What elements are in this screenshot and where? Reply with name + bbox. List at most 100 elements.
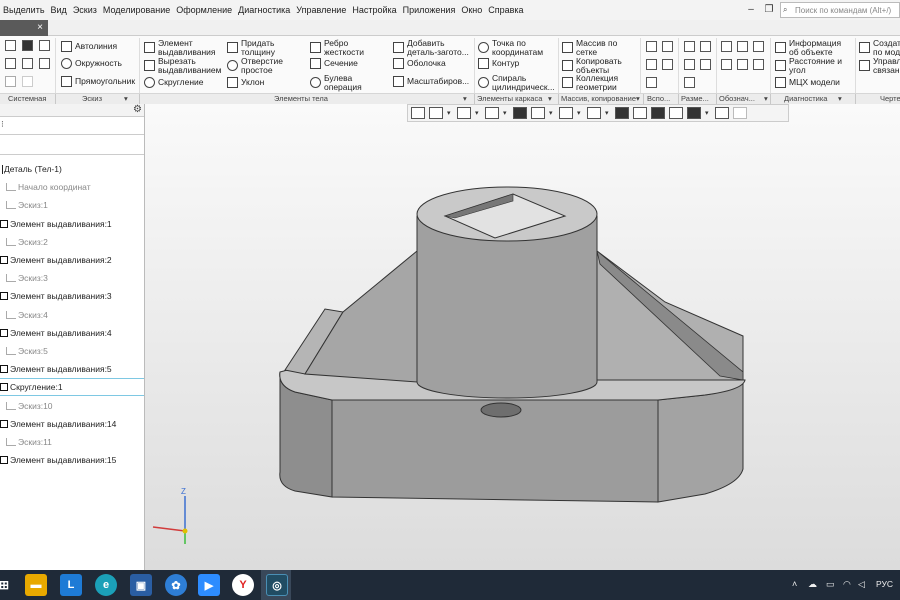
dimension-radial-icon[interactable]: [700, 41, 711, 52]
rib-button[interactable]: Ребро жесткости: [310, 39, 370, 56]
language-indicator[interactable]: РУС: [876, 579, 893, 589]
dimension-angle-icon[interactable]: [684, 59, 695, 70]
autoline-button[interactable]: Автолиния: [61, 41, 117, 52]
rectangle-button[interactable]: Прямоугольник: [61, 76, 135, 87]
group-sketch-expand-icon[interactable]: ▾: [124, 94, 128, 104]
dimension-auto-icon[interactable]: [684, 77, 695, 88]
menu-view[interactable]: Вид: [48, 5, 70, 15]
network-icon[interactable]: ◠: [843, 579, 851, 590]
group-aux[interactable]: Вспо...: [647, 94, 670, 104]
kompas-app-icon[interactable]: ◎: [266, 574, 288, 596]
save-icon[interactable]: [39, 40, 50, 51]
tree-item[interactable]: Эскиз:3: [0, 269, 144, 287]
menu-select[interactable]: Выделить: [0, 5, 48, 15]
tree-item[interactable]: Элемент выдавливания:4: [0, 324, 144, 342]
create-by-model-button[interactable]: Создат по мод: [859, 39, 900, 56]
mass-properties-button[interactable]: МЦХ модели: [775, 77, 840, 88]
tray-chevron-icon[interactable]: ˄: [792, 579, 797, 589]
tree-item[interactable]: Эскиз:1: [0, 196, 144, 214]
part-model[interactable]: Z: [145, 104, 900, 570]
spiral-button[interactable]: Спираль цилиндрическ...: [478, 74, 558, 91]
add-thickness-button[interactable]: Придать толщину: [227, 39, 293, 56]
filter-icon[interactable]: ⁝: [1, 119, 4, 130]
launcher-l-icon[interactable]: L: [60, 574, 82, 596]
scale-button[interactable]: Масштабиров...: [393, 76, 469, 87]
tree-item[interactable]: Начало координат: [0, 178, 144, 196]
aux-line-icon[interactable]: [646, 77, 657, 88]
shell-button[interactable]: Оболочка: [393, 58, 446, 69]
save-as-icon[interactable]: [22, 58, 33, 69]
designation-pencil-icon[interactable]: [721, 41, 732, 52]
designation-leader-icon[interactable]: [737, 41, 748, 52]
menu-design[interactable]: Оформление: [173, 5, 235, 15]
undo-icon[interactable]: [5, 76, 16, 87]
group-frame-elements[interactable]: Элементы каркаса: [477, 94, 542, 104]
edge-browser-icon[interactable]: e: [95, 574, 117, 596]
group-sketch[interactable]: Эскиз: [82, 94, 102, 104]
tree-root[interactable]: Деталь (Тел-1): [0, 160, 144, 178]
tree-item[interactable]: Элемент выдавливания:3: [0, 287, 144, 305]
menu-diagnostics[interactable]: Диагностика: [235, 5, 293, 15]
export-icon[interactable]: [39, 58, 50, 69]
circle-button[interactable]: Окружность: [61, 58, 122, 69]
yandex-browser-icon[interactable]: Y: [232, 574, 254, 596]
draft-button[interactable]: Уклон: [227, 77, 264, 88]
cloud-icon[interactable]: ☁: [808, 579, 817, 590]
group-dimensions[interactable]: Разме...: [681, 94, 709, 104]
battery-icon[interactable]: ▭: [826, 579, 835, 590]
zoom-app-icon[interactable]: ▶: [198, 574, 220, 596]
cut-extrude-button[interactable]: Вырезать выдавливанием: [144, 57, 226, 74]
app-circle-icon[interactable]: ✿: [165, 574, 187, 596]
menu-manage[interactable]: Управление: [293, 5, 349, 15]
file-explorer-icon[interactable]: ▬: [25, 574, 47, 596]
tree-item[interactable]: Элемент выдавливания:15: [0, 451, 144, 469]
designation-base-icon[interactable]: [753, 41, 764, 52]
print-icon[interactable]: [5, 58, 16, 69]
boolean-button[interactable]: Булева операция: [310, 74, 370, 91]
menu-settings[interactable]: Настройка: [349, 5, 399, 15]
designation-mark-icon[interactable]: [753, 59, 764, 70]
gear-icon[interactable]: ⚙: [133, 104, 142, 115]
tree-item[interactable]: Эскиз:10: [0, 396, 144, 414]
tree-filter-row[interactable]: ⁝: [0, 117, 144, 135]
object-info-button[interactable]: Информация об объекте: [775, 39, 847, 56]
tree-item[interactable]: Скругление:1: [0, 378, 144, 397]
tree-item[interactable]: Элемент выдавливания:14: [0, 415, 144, 433]
dimension-linear-icon[interactable]: [684, 41, 695, 52]
contour-button[interactable]: Контур: [478, 58, 519, 69]
grid-array-button[interactable]: Массив по сетке: [562, 39, 624, 56]
menu-sketch[interactable]: Эскиз: [70, 5, 100, 15]
fillet-button[interactable]: Скругление: [144, 77, 204, 88]
aux-axis-icon[interactable]: [646, 41, 657, 52]
new-file-icon[interactable]: [5, 40, 16, 51]
extrude-button[interactable]: Элемент выдавливания: [144, 39, 222, 56]
restore-icon[interactable]: ❐: [762, 3, 776, 16]
tree-item[interactable]: Эскиз:11: [0, 433, 144, 451]
open-file-icon[interactable]: [22, 40, 33, 51]
section-button[interactable]: Сечение: [310, 58, 358, 69]
minimize-icon[interactable]: –: [744, 3, 758, 16]
add-part-button[interactable]: Добавить деталь-загото...: [393, 39, 473, 56]
windows-start-icon[interactable]: ⊞: [0, 574, 9, 596]
copy-objects-button[interactable]: Копировать объекты: [562, 57, 626, 74]
group-diagnostics-expand-icon[interactable]: ▾: [838, 94, 842, 104]
menu-help[interactable]: Справка: [485, 5, 526, 15]
aux-cs-icon[interactable]: [662, 59, 673, 70]
tree-item[interactable]: Эскиз:4: [0, 306, 144, 324]
document-tab[interactable]: ×: [0, 20, 48, 36]
command-search-input[interactable]: ⌕ Поиск по командам (Alt+/): [780, 2, 900, 18]
group-array-expand-icon[interactable]: ▾: [636, 94, 640, 104]
menu-window[interactable]: Окно: [458, 5, 485, 15]
aux-point-icon[interactable]: [646, 59, 657, 70]
redo-icon[interactable]: [22, 76, 33, 87]
menu-apps[interactable]: Приложения: [400, 5, 459, 15]
group-body-elements[interactable]: Элементы тела: [274, 94, 328, 104]
group-designations-expand-icon[interactable]: ▾: [764, 94, 768, 104]
hole-button[interactable]: Отверстие простое: [227, 57, 293, 74]
group-system[interactable]: Системная: [8, 94, 46, 104]
3d-viewport[interactable]: ▾ ▾ ▾ ▾ ▾ ▾ ▾ Z: [145, 104, 900, 570]
aux-plane-icon[interactable]: [662, 41, 673, 52]
group-body-expand-icon[interactable]: ▾: [463, 94, 467, 104]
menu-modeling[interactable]: Моделирование: [100, 5, 173, 15]
point-coords-button[interactable]: Точка по координатам: [478, 39, 556, 56]
